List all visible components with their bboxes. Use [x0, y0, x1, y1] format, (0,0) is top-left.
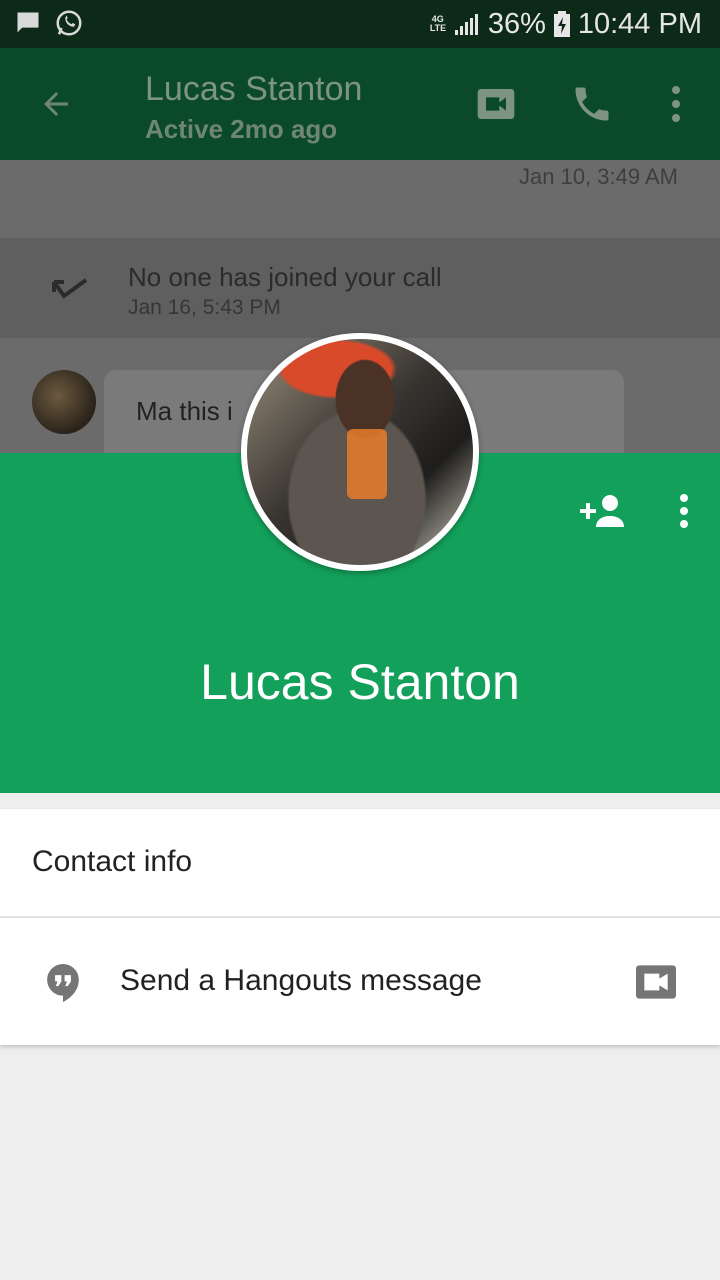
app-bar: Lucas Stanton Active 2mo ago [0, 48, 720, 160]
video-call-icon[interactable] [474, 84, 518, 124]
call-event-row: No one has joined your call Jan 16, 5:43… [0, 238, 720, 338]
status-bar: 4G LTE 36% 10:44 PM [0, 0, 720, 48]
divider [0, 916, 720, 918]
call-event-text: No one has joined your call [128, 262, 442, 292]
conversation-title: Lucas Stanton [145, 70, 363, 108]
battery-percent: 36% [487, 7, 546, 40]
add-contact-icon[interactable] [576, 493, 626, 529]
action-sheet: Contact info Send a Hangouts message [0, 809, 720, 1045]
clock: 10:44 PM [577, 7, 702, 40]
message-timestamp: Jan 10, 3:49 AM [519, 164, 678, 189]
signal-icon [454, 14, 478, 35]
profile-photo[interactable] [241, 333, 479, 571]
hangouts-message-item[interactable]: Send a Hangouts message [120, 964, 482, 998]
missed-call-icon [52, 278, 88, 299]
photo-shirt-graphic [347, 429, 387, 499]
message-line-1: Ma this i [136, 396, 233, 426]
more-options-icon[interactable] [664, 84, 688, 124]
back-arrow-icon[interactable] [38, 86, 74, 122]
call-event-time: Jan 16, 5:43 PM [128, 296, 281, 319]
message-icon [17, 12, 39, 33]
profile-name: Lucas Stanton [200, 654, 520, 710]
hangouts-icon [47, 964, 79, 1002]
phone-icon[interactable] [570, 82, 614, 126]
battery-icon [553, 11, 570, 37]
hangouts-video-icon[interactable] [636, 965, 676, 999]
contact-info-item[interactable]: Contact info [32, 845, 192, 879]
whatsapp-icon [56, 10, 82, 36]
network-type-icon: 4G LTE [429, 14, 447, 33]
sender-avatar [32, 370, 96, 434]
profile-photo-image [247, 339, 473, 565]
message-text: Ma this i [136, 392, 233, 430]
profile-more-icon[interactable] [672, 493, 696, 529]
status-right: 4G LTE 36% 10:44 PM [430, 6, 702, 42]
conversation-subtitle: Active 2mo ago [145, 114, 338, 144]
status-left-icons [14, 8, 84, 38]
